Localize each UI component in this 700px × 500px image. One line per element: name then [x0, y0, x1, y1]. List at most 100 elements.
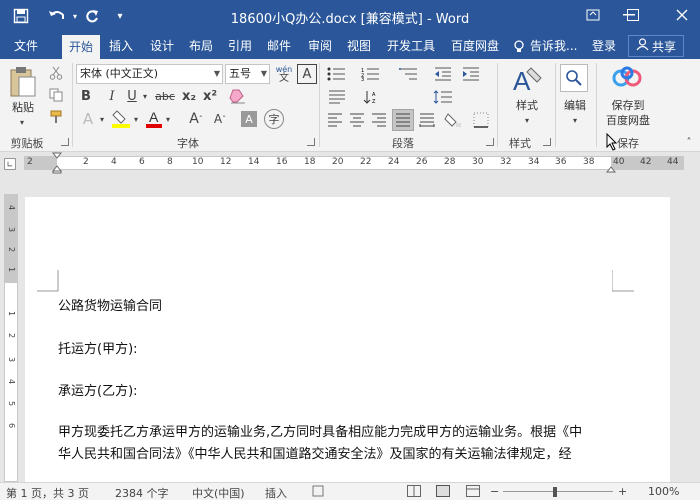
- borders-icon[interactable]: [470, 111, 492, 129]
- close-icon[interactable]: [664, 0, 700, 30]
- highlight-dropdown-icon[interactable]: ▾: [132, 109, 140, 129]
- vertical-ruler[interactable]: 4 3 2 1 1 2 3 4 5 6: [4, 194, 18, 482]
- doc-title-line[interactable]: 公路货物运输合同: [58, 295, 162, 314]
- shrink-font-icon[interactable]: Aˇ: [210, 109, 230, 129]
- tab-home[interactable]: 开始: [62, 35, 100, 59]
- word-count[interactable]: 2384 个字: [115, 485, 169, 500]
- multilevel-list-icon[interactable]: [398, 65, 420, 83]
- styles-button[interactable]: 样式: [506, 97, 548, 113]
- tab-references[interactable]: 引用: [223, 34, 257, 59]
- tab-selector-icon[interactable]: ∟: [4, 158, 16, 170]
- share-button[interactable]: 共享: [628, 35, 684, 57]
- numbering-icon[interactable]: 123: [360, 65, 382, 83]
- horizontal-ruler[interactable]: ∟ 2 2 4 6 8 10 12 14 16 18 20 22 24 26 2…: [0, 152, 700, 174]
- tab-review[interactable]: 审阅: [303, 34, 337, 59]
- save-to-baidu-line2[interactable]: 百度网盘: [598, 112, 658, 128]
- editing-button[interactable]: 编辑: [556, 97, 594, 113]
- underline-dropdown-icon[interactable]: ▾: [140, 87, 150, 105]
- zoom-slider-thumb[interactable]: [553, 487, 557, 497]
- sign-in-link[interactable]: 登录: [592, 34, 616, 59]
- superscript-button[interactable]: x²: [201, 87, 219, 105]
- chevron-down-icon[interactable]: ▼: [261, 65, 267, 83]
- zoom-out-icon[interactable]: −: [490, 485, 499, 498]
- tab-layout[interactable]: 布局: [184, 34, 218, 59]
- subscript-button[interactable]: x₂: [180, 87, 198, 105]
- paste-dropdown-icon[interactable]: ▾: [16, 117, 28, 127]
- format-painter-icon[interactable]: [48, 109, 64, 125]
- doc-line-shipper[interactable]: 托运方(甲方):: [58, 338, 138, 357]
- tab-insert[interactable]: 插入: [104, 34, 138, 59]
- tab-developer[interactable]: 开发工具: [381, 34, 441, 59]
- increase-indent-icon[interactable]: [460, 65, 482, 83]
- grow-font-icon[interactable]: Aˆ: [186, 109, 206, 129]
- doc-line-carrier[interactable]: 承运方(乙方):: [58, 380, 138, 399]
- font-name-combo[interactable]: 宋体 (中文正文) ▼: [76, 64, 223, 84]
- enclose-char-icon[interactable]: 字: [264, 109, 284, 129]
- bullets-icon[interactable]: [326, 65, 348, 83]
- decrease-indent-icon[interactable]: [432, 65, 454, 83]
- print-layout-icon[interactable]: [436, 485, 450, 500]
- editing-dropdown-icon[interactable]: ▾: [569, 115, 581, 125]
- undo-icon[interactable]: [44, 0, 70, 32]
- customize-qat-icon[interactable]: ▾: [113, 0, 127, 32]
- collapse-ribbon-icon[interactable]: ˄: [683, 137, 695, 148]
- indent-marker-icon[interactable]: [52, 152, 62, 174]
- font-color-dropdown-icon[interactable]: ▾: [164, 109, 172, 129]
- zoom-slider[interactable]: [503, 491, 613, 492]
- clipboard-launcher-icon[interactable]: [61, 138, 69, 146]
- copy-icon[interactable]: [48, 87, 64, 103]
- tab-file[interactable]: 文件: [6, 34, 46, 59]
- tab-mailings[interactable]: 邮件: [262, 34, 296, 59]
- language-indicator[interactable]: 中文(中国): [192, 485, 245, 500]
- justify-icon[interactable]: [392, 109, 414, 131]
- baidu-pan-icon[interactable]: [610, 65, 644, 91]
- align-right-icon[interactable]: [370, 111, 388, 129]
- styles-dropdown-icon[interactable]: ▾: [521, 115, 533, 125]
- font-launcher-icon[interactable]: [307, 138, 315, 146]
- redo-icon[interactable]: [82, 0, 102, 32]
- shading-icon[interactable]: [442, 111, 464, 129]
- zoom-in-icon[interactable]: +: [618, 485, 627, 498]
- chevron-down-icon[interactable]: ▼: [214, 65, 220, 83]
- strikethrough-button[interactable]: abc: [154, 87, 176, 105]
- font-size-combo[interactable]: 五号 ▼: [225, 64, 270, 84]
- zoom-level[interactable]: 100%: [648, 485, 679, 498]
- web-layout-icon[interactable]: [466, 485, 480, 500]
- doc-line-body-1[interactable]: 甲方现委托乙方承运甲方的运输业务,乙方同时具备相应能力完成甲方的运输业务。根据《…: [58, 421, 582, 440]
- cut-icon[interactable]: [48, 65, 64, 81]
- clear-formatting-icon[interactable]: [228, 87, 248, 105]
- save-to-baidu-line1[interactable]: 保存到: [600, 97, 656, 113]
- bold-button[interactable]: B: [78, 87, 94, 105]
- paragraph-launcher-icon[interactable]: [486, 138, 494, 146]
- read-mode-icon[interactable]: [407, 485, 421, 500]
- save-icon[interactable]: [8, 0, 34, 32]
- char-shading-icon[interactable]: A: [241, 111, 257, 127]
- paste-icon[interactable]: [8, 65, 38, 99]
- char-border-icon[interactable]: A: [297, 64, 317, 84]
- insert-mode[interactable]: 插入: [265, 485, 287, 500]
- text-effects-dropdown-icon[interactable]: ▾: [98, 109, 106, 129]
- styles-launcher-icon[interactable]: [543, 138, 551, 146]
- align-center-icon[interactable]: [348, 111, 366, 129]
- macro-record-icon[interactable]: [312, 485, 324, 500]
- phonetic-guide-icon[interactable]: wén 文: [274, 64, 294, 84]
- ribbon-display-options-icon[interactable]: [575, 0, 611, 30]
- styles-icon[interactable]: A: [510, 63, 544, 97]
- page-count[interactable]: 第 1 页，共 3 页: [6, 485, 89, 500]
- paste-label[interactable]: 粘贴: [6, 99, 40, 115]
- chinese-layout-icon[interactable]: [326, 88, 348, 106]
- text-effects-icon[interactable]: A: [78, 109, 98, 129]
- find-icon[interactable]: [560, 64, 588, 92]
- tell-me-icon[interactable]: [513, 34, 525, 59]
- document-page[interactable]: 公路货物运输合同 托运方(甲方): 承运方(乙方): 甲方现委托乙方承运甲方的运…: [25, 197, 670, 487]
- undo-dropdown-icon[interactable]: ▾: [70, 0, 80, 32]
- align-left-icon[interactable]: [326, 111, 344, 129]
- tell-me-input[interactable]: 告诉我...: [530, 34, 577, 59]
- italic-button[interactable]: I: [104, 87, 120, 105]
- underline-button[interactable]: U: [124, 87, 140, 105]
- line-spacing-icon[interactable]: [432, 88, 454, 106]
- tab-view[interactable]: 视图: [342, 34, 376, 59]
- tab-baidu-pan[interactable]: 百度网盘: [445, 34, 505, 59]
- font-color-icon[interactable]: A: [144, 109, 164, 129]
- sort-icon[interactable]: AZ: [360, 88, 382, 106]
